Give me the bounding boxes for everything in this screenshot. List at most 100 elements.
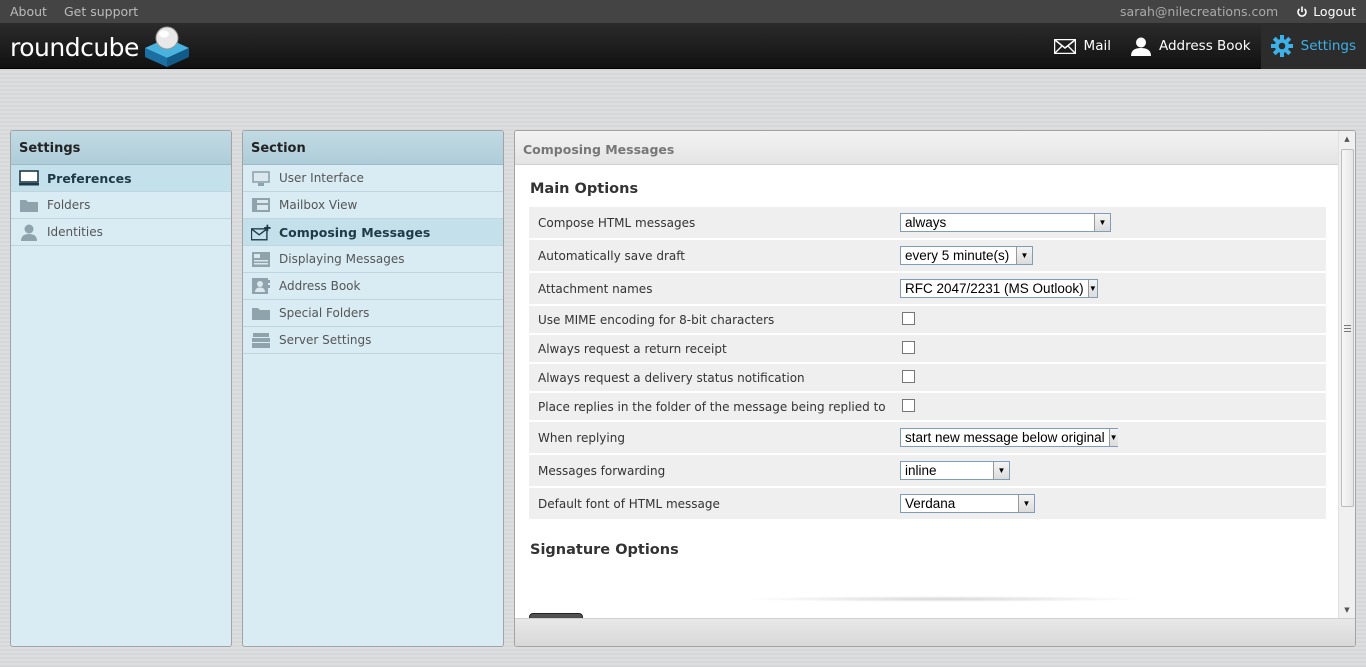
person-icon xyxy=(19,223,39,241)
option-row-when-replying: When replying start new message below or… xyxy=(529,422,1326,453)
taskbar: Mail Address Book Settings xyxy=(1044,23,1366,69)
chevron-down-icon: ▼ xyxy=(1087,280,1097,297)
settings-item-folders[interactable]: Folders xyxy=(11,192,231,219)
folder-icon xyxy=(19,196,39,214)
replies-folder-checkbox[interactable] xyxy=(902,398,915,412)
logout-label: Logout xyxy=(1313,4,1356,19)
top-line-bar: About Get support sarah@nilecreations.co… xyxy=(0,0,1366,23)
section-item-server-settings[interactable]: Server Settings xyxy=(243,327,503,354)
option-value-cell xyxy=(900,335,1326,362)
server-icon xyxy=(251,331,271,349)
section-item-special-folders[interactable]: Special Folders xyxy=(243,300,503,327)
option-row-attachment-names: Attachment names RFC 2047/2231 (MS Outlo… xyxy=(529,273,1326,304)
grip-icon xyxy=(1344,324,1351,332)
select-value: every 5 minute(s) xyxy=(905,248,1010,263)
signature-options-heading: Signature Options xyxy=(530,542,679,558)
option-value-cell: every 5 minute(s) ▼ xyxy=(900,240,1326,271)
option-label: Messages forwarding xyxy=(529,455,900,486)
task-addressbook[interactable]: Address Book xyxy=(1121,23,1261,69)
gear-icon xyxy=(1270,35,1293,57)
mailbox-icon xyxy=(251,196,271,214)
app-header: roundcube Mail Address Book Settings xyxy=(0,23,1366,69)
section-item-label: Special Folders xyxy=(279,306,370,320)
chevron-down-icon: ▼ xyxy=(1018,495,1034,512)
save-draft-select[interactable]: every 5 minute(s) ▼ xyxy=(900,246,1033,265)
option-value-cell xyxy=(900,306,1326,333)
option-label: Always request a delivery status notific… xyxy=(529,364,900,391)
settings-item-identities[interactable]: Identities xyxy=(11,219,231,246)
return-receipt-checkbox[interactable] xyxy=(902,340,915,354)
section-panel-title: Section xyxy=(243,131,503,165)
option-row-compose-html: Compose HTML messages always ▼ xyxy=(529,207,1326,238)
task-settings[interactable]: Settings xyxy=(1260,23,1366,69)
select-value: always xyxy=(905,215,947,230)
option-row-save-draft: Automatically save draft every 5 minute(… xyxy=(529,240,1326,271)
section-item-label: User Interface xyxy=(279,171,364,185)
option-value-cell xyxy=(900,393,1326,420)
person-icon xyxy=(1130,37,1151,56)
compose-html-select[interactable]: always ▼ xyxy=(900,213,1111,232)
section-divider xyxy=(743,596,1143,602)
select-value: start new message below original xyxy=(905,430,1105,445)
option-label: Attachment names xyxy=(529,273,900,304)
option-label: Place replies in the folder of the messa… xyxy=(529,393,900,420)
logout-button[interactable]: Logout xyxy=(1296,4,1356,19)
option-row-receipt: Always request a return receipt xyxy=(529,335,1326,362)
content-title: Composing Messages xyxy=(515,131,1355,165)
monitor-icon xyxy=(19,169,39,187)
attachment-names-select[interactable]: RFC 2047/2231 (MS Outlook) ▼ xyxy=(900,279,1098,298)
section-item-label: Address Book xyxy=(279,279,361,293)
settings-panel: Settings Preferences Folders Identities xyxy=(10,130,232,647)
settings-item-label: Folders xyxy=(47,198,91,212)
option-value-cell: always ▼ xyxy=(900,207,1326,238)
user-email: sarah@nilecreations.com xyxy=(1120,4,1279,19)
settings-item-preferences[interactable]: Preferences xyxy=(11,165,231,192)
option-label: When replying xyxy=(529,422,900,453)
section-item-address-book[interactable]: Address Book xyxy=(243,273,503,300)
settings-item-label: Preferences xyxy=(47,170,132,186)
logo-text: roundcube xyxy=(10,32,139,62)
section-item-mailbox-view[interactable]: Mailbox View xyxy=(243,192,503,219)
option-row-dsn: Always request a delivery status notific… xyxy=(529,364,1326,391)
compose-icon xyxy=(251,223,271,241)
option-label: Use MIME encoding for 8-bit characters xyxy=(529,306,900,333)
section-item-composing-messages[interactable]: Composing Messages xyxy=(243,219,503,246)
option-value-cell: RFC 2047/2231 (MS Outlook) ▼ xyxy=(900,273,1326,304)
settings-panel-title: Settings xyxy=(11,131,231,165)
scrollbar-thumb[interactable] xyxy=(1341,149,1354,507)
section-item-user-interface[interactable]: User Interface xyxy=(243,165,503,192)
chevron-down-icon: ▼ xyxy=(1016,247,1032,264)
option-row-replies-folder: Place replies in the folder of the messa… xyxy=(529,393,1326,420)
option-value-cell: start new message below original ▼ xyxy=(900,422,1326,453)
when-replying-select[interactable]: start new message below original ▼ xyxy=(900,428,1118,447)
chevron-down-icon: ▼ xyxy=(993,462,1009,479)
dsn-checkbox[interactable] xyxy=(902,369,915,383)
select-value: inline xyxy=(905,463,937,478)
scroll-down-icon[interactable]: ▼ xyxy=(1339,602,1355,618)
select-value: Verdana xyxy=(905,496,956,511)
main-options-table: Compose HTML messages always ▼ Automatic… xyxy=(529,205,1326,521)
option-value-cell xyxy=(900,364,1326,391)
select-value: RFC 2047/2231 (MS Outlook) xyxy=(905,281,1084,296)
default-font-select[interactable]: Verdana ▼ xyxy=(900,494,1035,513)
task-mail-label: Mail xyxy=(1083,38,1111,54)
forwarding-select[interactable]: inline ▼ xyxy=(900,461,1010,480)
option-row-default-font: Default font of HTML message Verdana ▼ xyxy=(529,488,1326,519)
option-label: Compose HTML messages xyxy=(529,207,900,238)
content-footer xyxy=(515,618,1355,646)
get-support-link[interactable]: Get support xyxy=(64,4,138,19)
task-mail[interactable]: Mail xyxy=(1044,23,1121,69)
section-item-displaying-messages[interactable]: Displaying Messages xyxy=(243,246,503,273)
task-addressbook-label: Address Book xyxy=(1158,38,1251,54)
roundcube-logo[interactable]: roundcube xyxy=(10,26,193,68)
mime-checkbox[interactable] xyxy=(902,311,915,325)
envelope-icon xyxy=(1053,38,1076,54)
task-settings-label: Settings xyxy=(1300,38,1356,54)
scroll-up-icon[interactable]: ▲ xyxy=(1339,131,1355,147)
option-label: Always request a return receipt xyxy=(529,335,900,362)
content-scrollbar[interactable]: ▲ ▼ xyxy=(1338,131,1355,618)
folder-icon xyxy=(251,304,271,322)
about-link[interactable]: About xyxy=(10,4,47,19)
monitor-icon xyxy=(251,169,271,187)
preferences-form: Main Options Compose HTML messages alway… xyxy=(515,165,1340,638)
